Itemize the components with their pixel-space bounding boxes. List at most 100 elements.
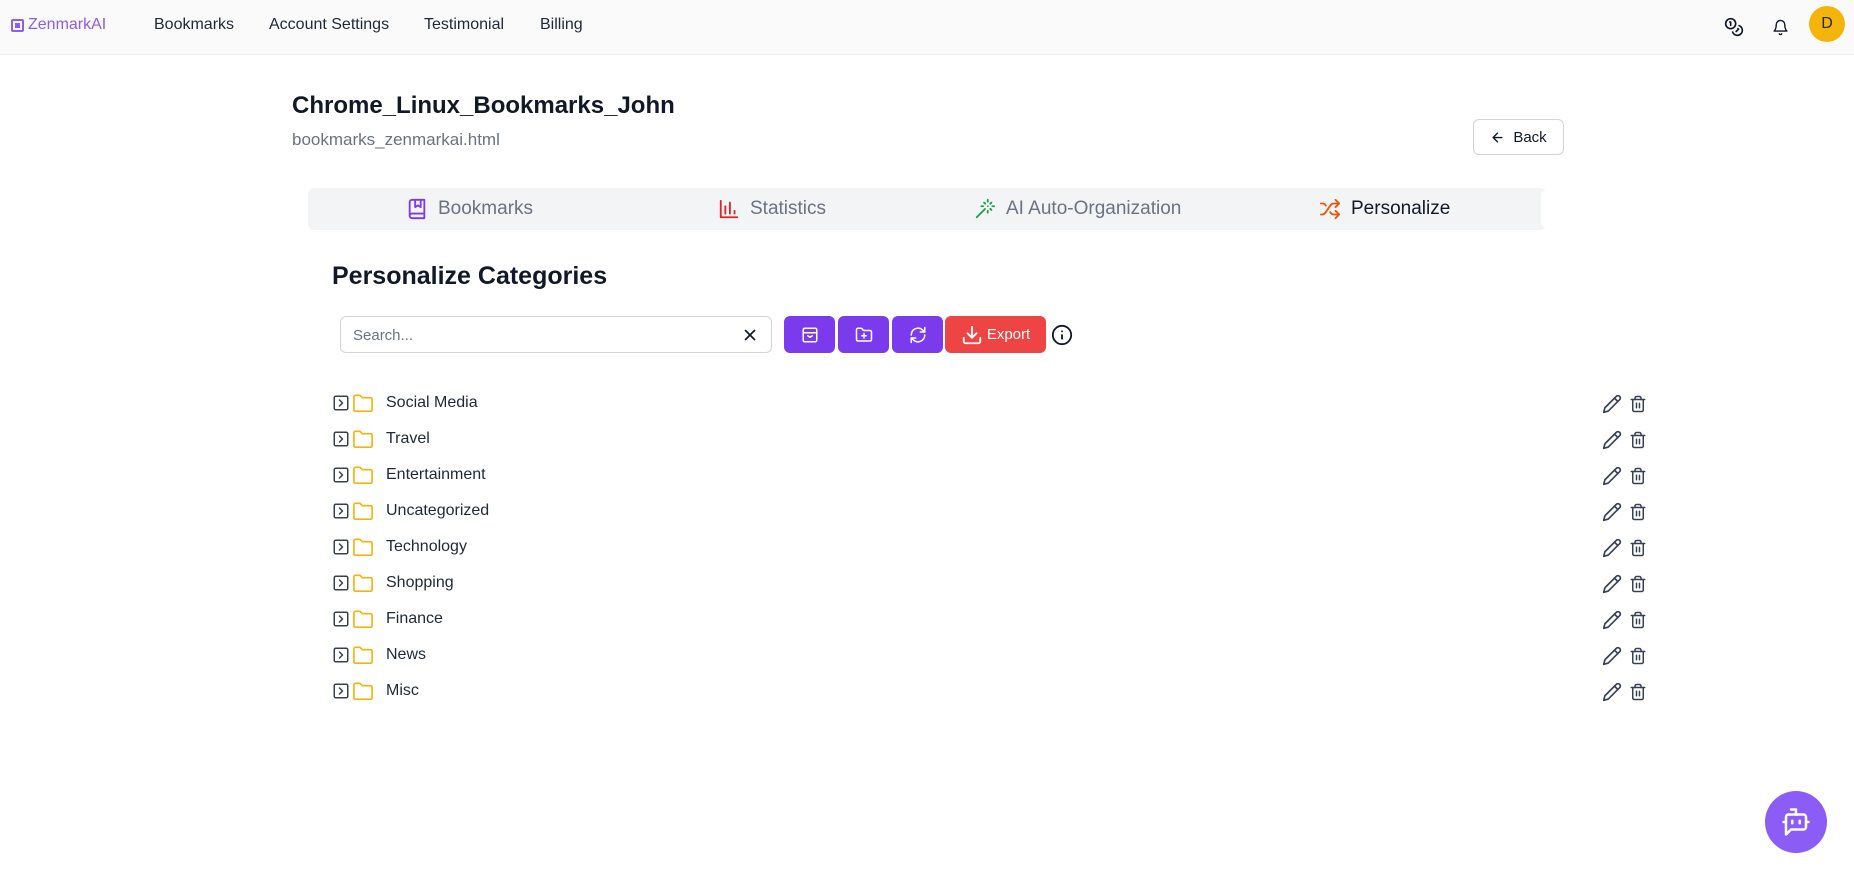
app-logo[interactable]: ZenmarkAI: [11, 16, 106, 34]
bot-icon: [1782, 808, 1810, 836]
logo-icon: [11, 18, 24, 32]
refresh-icon: [910, 326, 925, 343]
app-name: ZenmarkAI: [28, 16, 107, 33]
expand-icon[interactable]: [332, 538, 350, 556]
expand-icon[interactable]: [332, 646, 350, 664]
shuffle-icon: [1319, 198, 1341, 220]
user-avatar[interactable]: D: [1809, 6, 1845, 42]
category-row: Entertainment: [332, 461, 1652, 491]
active-tab-highlight: [1541, 191, 1847, 227]
expand-icon[interactable]: [332, 430, 350, 448]
category-row: Social Media: [332, 389, 1652, 419]
tab-label: Bookmarks: [438, 198, 534, 219]
category-name[interactable]: Finance: [386, 610, 443, 628]
folder-icon: [353, 394, 373, 412]
folder-icon: [353, 646, 373, 664]
category-name[interactable]: News: [386, 646, 426, 664]
nav-link-billing[interactable]: Billing: [540, 16, 583, 34]
edit-pencil-icon[interactable]: [1602, 646, 1622, 666]
export-button-label: Export: [986, 326, 1031, 343]
edit-pencil-icon[interactable]: [1602, 682, 1622, 702]
add-folder-button[interactable]: [838, 316, 889, 353]
page-subtitle: bookmarks_zenmarkai.html: [292, 130, 500, 149]
page-title: Chrome_Linux_Bookmarks_John: [292, 92, 675, 119]
category-name[interactable]: Shopping: [386, 574, 454, 592]
trash-icon[interactable]: [1629, 574, 1647, 594]
clear-search-icon[interactable]: [741, 326, 759, 344]
tab-label: AI Auto-Organization: [1006, 198, 1182, 219]
section-title: Personalize Categories: [332, 262, 608, 290]
nav-link-account-settings[interactable]: Account Settings: [269, 16, 389, 34]
folder-icon: [353, 538, 373, 556]
tab-label: Statistics: [750, 198, 827, 219]
edit-pencil-icon[interactable]: [1602, 394, 1622, 414]
export-button[interactable]: Export: [945, 316, 1046, 353]
search-box: [340, 316, 772, 353]
edit-pencil-icon[interactable]: [1602, 430, 1622, 450]
expand-icon[interactable]: [332, 394, 350, 412]
back-button-label: Back: [1513, 128, 1547, 146]
bell-icon[interactable]: [1766, 13, 1794, 41]
folder-icon: [353, 466, 373, 484]
expand-icon[interactable]: [332, 502, 350, 520]
category-name[interactable]: Uncategorized: [386, 502, 489, 520]
folder-icon: [353, 502, 373, 520]
info-icon[interactable]: [1051, 324, 1073, 346]
tab-label: Personalize: [1351, 198, 1451, 219]
category-name[interactable]: Misc: [386, 682, 419, 700]
edit-pencil-icon[interactable]: [1602, 574, 1622, 594]
expand-icon[interactable]: [332, 610, 350, 628]
category-row: Travel: [332, 425, 1652, 455]
category-name[interactable]: Social Media: [386, 394, 478, 412]
tab-statistics[interactable]: Statistics: [718, 188, 826, 230]
category-row: Finance: [332, 605, 1652, 635]
expand-icon[interactable]: [332, 682, 350, 700]
expand-icon[interactable]: [332, 466, 350, 484]
folder-icon: [353, 574, 373, 592]
edit-pencil-icon[interactable]: [1602, 466, 1622, 486]
tab-bar: Bookmarks Statistics AI Auto-Organizatio…: [308, 188, 1847, 230]
chatbot-button[interactable]: [1765, 791, 1827, 853]
trash-icon[interactable]: [1629, 502, 1647, 522]
category-row: Misc: [332, 677, 1652, 707]
nav-link-testimonial[interactable]: Testimonial: [424, 16, 504, 34]
bar-chart-icon: [719, 199, 739, 219]
category-name[interactable]: Entertainment: [386, 466, 486, 484]
back-button[interactable]: Back: [1473, 119, 1564, 155]
folder-icon: [353, 682, 373, 700]
folder-plus-icon: [855, 327, 872, 342]
folder-icon: [353, 430, 373, 448]
translate-icon[interactable]: [1720, 13, 1748, 41]
tab-personalize[interactable]: Personalize: [1319, 188, 1450, 230]
arrow-left-icon: [1492, 131, 1503, 143]
edit-pencil-icon[interactable]: [1602, 610, 1622, 630]
tab-ai-auto-organization[interactable]: AI Auto-Organization: [974, 188, 1181, 230]
trash-icon[interactable]: [1629, 646, 1647, 666]
refresh-button[interactable]: [892, 316, 943, 353]
category-row: News: [332, 641, 1652, 671]
trash-icon[interactable]: [1629, 466, 1647, 486]
trash-icon[interactable]: [1629, 430, 1647, 450]
download-icon: [962, 325, 981, 344]
top-nav: ZenmarkAI Bookmarks Account Settings Tes…: [0, 0, 1854, 55]
edit-pencil-icon[interactable]: [1602, 502, 1622, 522]
magic-wand-icon: [975, 198, 996, 219]
expand-icon[interactable]: [332, 574, 350, 592]
category-row: Technology: [332, 533, 1652, 563]
category-row: Shopping: [332, 569, 1652, 599]
folder-icon: [353, 610, 373, 628]
archive-button[interactable]: [784, 316, 835, 353]
category-row: Uncategorized: [332, 497, 1652, 527]
nav-link-bookmarks[interactable]: Bookmarks: [154, 16, 234, 34]
archive-icon: [802, 327, 817, 342]
edit-pencil-icon[interactable]: [1602, 538, 1622, 558]
trash-icon[interactable]: [1629, 610, 1647, 630]
category-name[interactable]: Technology: [386, 538, 467, 556]
trash-icon[interactable]: [1629, 682, 1647, 702]
bookmark-book-icon: [408, 198, 426, 220]
search-input[interactable]: [353, 325, 723, 345]
tab-bookmarks[interactable]: Bookmarks: [406, 188, 533, 230]
category-name[interactable]: Travel: [386, 430, 430, 448]
trash-icon[interactable]: [1629, 394, 1647, 414]
trash-icon[interactable]: [1629, 538, 1647, 558]
